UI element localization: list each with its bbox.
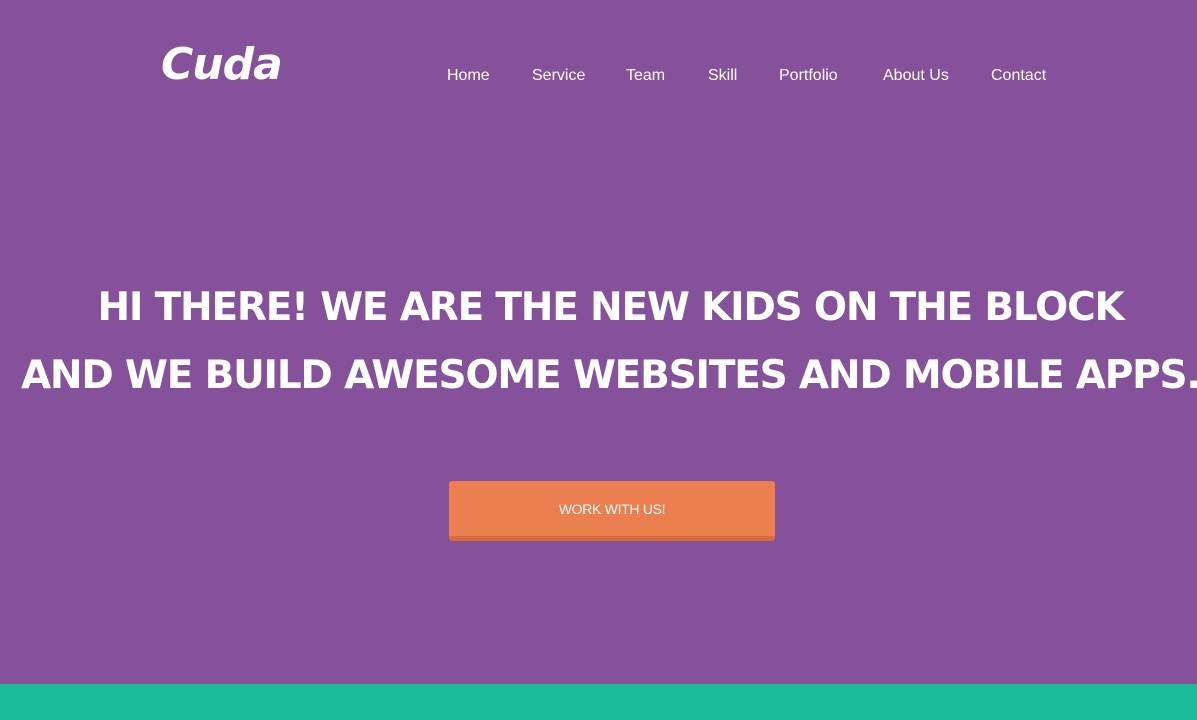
hero-headline-line-2: AND WE BUILD AWESOME WEBSITES AND MOBILE… xyxy=(20,353,1197,399)
hero-section: Cuda Home Service Team Skill Portfolio A… xyxy=(0,0,1197,684)
nav-item-service[interactable]: Service xyxy=(532,64,585,88)
nav-item-portfolio[interactable]: Portfolio xyxy=(779,64,838,88)
cuda-logo[interactable]: Cuda xyxy=(161,43,283,87)
nav-item-about-us[interactable]: About Us xyxy=(883,64,949,88)
work-with-us-button[interactable]: WORK WITH US! xyxy=(449,481,775,541)
nav-item-skill[interactable]: Skill xyxy=(708,64,737,88)
nav-item-team[interactable]: Team xyxy=(626,64,665,88)
nav-item-contact[interactable]: Contact xyxy=(991,64,1046,88)
nav-item-home[interactable]: Home xyxy=(447,64,490,88)
hero-headline-line-1: HI THERE! WE ARE THE NEW KIDS ON THE BLO… xyxy=(97,285,1124,331)
next-section-band xyxy=(0,684,1197,720)
